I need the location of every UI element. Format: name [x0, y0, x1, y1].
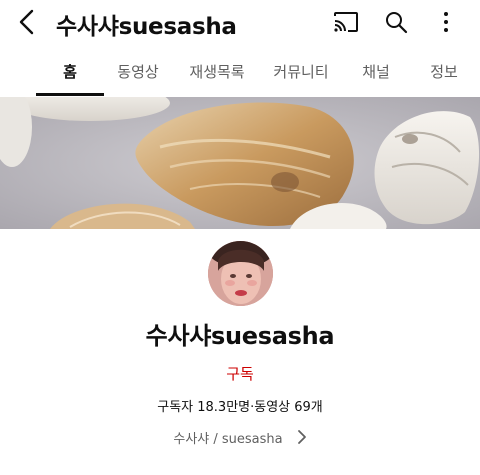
channel-handle: 수사샤 / suesasha [173, 431, 283, 447]
channel-tabs: 홈 동영상 재생목록 커뮤니티 채널 정보 [0, 46, 480, 97]
channel-title: 수사샤suesasha [56, 14, 237, 40]
back-button[interactable] [12, 6, 42, 38]
tab-videos[interactable]: 동영상 [110, 46, 166, 97]
active-tab-indicator [36, 93, 104, 96]
more-options-button[interactable] [430, 6, 462, 38]
cast-icon [334, 12, 358, 32]
subscribe-button[interactable]: 구독 [200, 360, 280, 386]
cast-button[interactable] [330, 6, 362, 38]
back-arrow-icon [19, 9, 34, 35]
search-button[interactable] [380, 6, 412, 38]
channel-handle-link[interactable]: 수사샤 / suesasha [160, 424, 320, 450]
channel-banner [0, 97, 480, 229]
chevron-right-icon [297, 430, 306, 444]
tab-about[interactable]: 정보 [420, 46, 468, 97]
tab-playlists[interactable]: 재생목록 [184, 46, 250, 97]
top-app-bar: 수사샤suesasha [0, 0, 480, 46]
more-vertical-icon [444, 12, 448, 32]
channel-name: 수사샤suesasha [145, 322, 335, 350]
channel-avatar[interactable] [208, 241, 273, 306]
channel-stats: 구독자 18.3만명·동영상 69개 [157, 400, 323, 415]
tab-community[interactable]: 커뮤니티 [268, 46, 334, 97]
search-icon [386, 12, 408, 34]
tab-home[interactable]: 홈 [50, 46, 90, 97]
tab-channels[interactable]: 채널 [352, 46, 400, 97]
